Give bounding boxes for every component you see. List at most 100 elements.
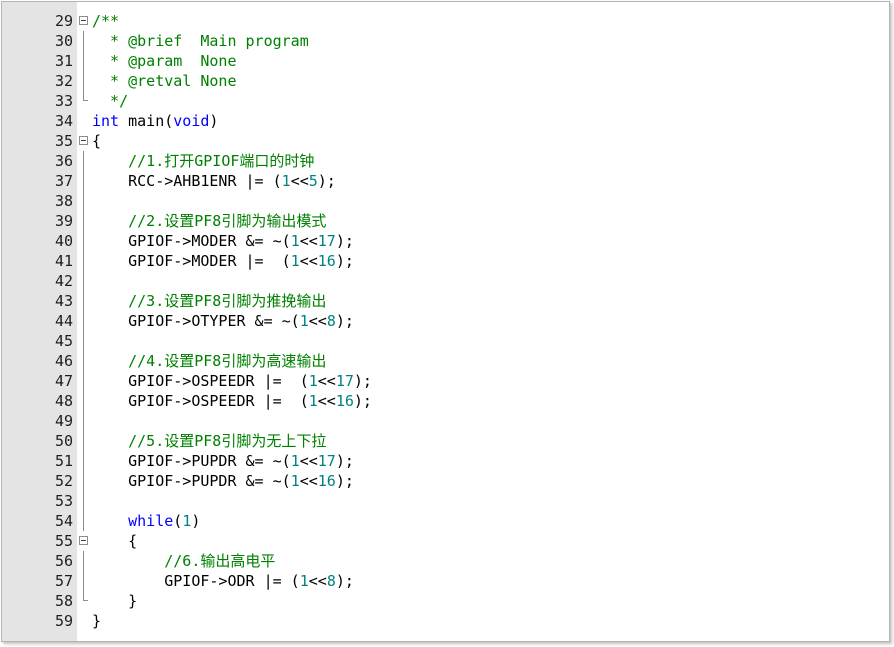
code-token: GPIOF->OSPEEDR |= ( bbox=[92, 392, 309, 410]
code-line[interactable]: 32 * @retval None bbox=[2, 71, 889, 91]
code-line[interactable]: 44 GPIOF->OTYPER &= ~(1<<8); bbox=[2, 311, 889, 331]
line-number: 43 bbox=[54, 292, 73, 310]
line-number: 34 bbox=[54, 112, 73, 130]
code-text[interactable]: } bbox=[92, 591, 137, 611]
code-text[interactable]: //2.设置PF8引脚为输出模式 bbox=[92, 211, 326, 231]
fold-guide-line bbox=[79, 431, 90, 451]
code-text[interactable]: //5.设置PF8引脚为无上下拉 bbox=[92, 431, 326, 451]
code-line[interactable]: 58 } bbox=[2, 591, 889, 611]
code-token: << bbox=[290, 172, 309, 190]
code-text[interactable]: * @brief Main program bbox=[92, 31, 309, 51]
code-line[interactable]: 37 RCC->AHB1ENR |= (1<<5); bbox=[2, 171, 889, 191]
fold-empty bbox=[79, 111, 90, 131]
code-text[interactable]: GPIOF->ODR |= (1<<8); bbox=[92, 571, 354, 591]
fold-guide-line bbox=[79, 451, 90, 471]
code-line[interactable]: 56 //6.输出高电平 bbox=[2, 551, 889, 571]
fold-guide-line bbox=[79, 191, 90, 211]
code-text[interactable]: */ bbox=[92, 91, 128, 111]
line-number: 50 bbox=[54, 432, 73, 450]
code-line[interactable]: 49 bbox=[2, 411, 889, 431]
fold-collapse-icon[interactable] bbox=[79, 131, 90, 151]
code-line[interactable]: 51 GPIOF->PUPDR &= ~(1<<17); bbox=[2, 451, 889, 471]
fold-guide-line bbox=[79, 31, 90, 51]
code-token: ); bbox=[317, 172, 336, 190]
code-line[interactable]: 59} bbox=[2, 611, 889, 631]
fold-guide-line bbox=[79, 291, 90, 311]
number-token: 17 bbox=[317, 232, 336, 250]
fold-end-marker bbox=[79, 591, 90, 611]
code-token: GPIOF->MODER |= ( bbox=[92, 252, 291, 270]
fold-guide-line bbox=[79, 251, 90, 271]
code-text[interactable]: { bbox=[92, 131, 101, 151]
code-text[interactable]: GPIOF->OTYPER &= ~(1<<8); bbox=[92, 311, 354, 331]
code-token: ); bbox=[335, 232, 354, 250]
comment-token: * @brief Main program bbox=[92, 32, 309, 50]
code-line[interactable]: 46 //4.设置PF8引脚为高速输出 bbox=[2, 351, 889, 371]
code-text[interactable]: int main(void) bbox=[92, 111, 218, 131]
code-line[interactable]: 29 /** bbox=[2, 11, 889, 31]
code-text[interactable]: { bbox=[92, 531, 137, 551]
code-line[interactable]: 43 //3.设置PF8引脚为推挽输出 bbox=[2, 291, 889, 311]
keyword-token: while bbox=[128, 512, 174, 530]
code-token: ); bbox=[335, 472, 354, 490]
code-line[interactable]: 42 bbox=[2, 271, 889, 291]
fold-guide-line bbox=[79, 231, 90, 251]
code-line[interactable]: 53 bbox=[2, 491, 889, 511]
code-line[interactable]: 55 { bbox=[2, 531, 889, 551]
code-text[interactable]: * @retval None bbox=[92, 71, 236, 91]
code-text[interactable]: GPIOF->PUPDR &= ~(1<<17); bbox=[92, 451, 354, 471]
code-line[interactable]: 40 GPIOF->MODER &= ~(1<<17); bbox=[2, 231, 889, 251]
fold-guide-line bbox=[79, 71, 90, 91]
code-line[interactable]: 50 //5.设置PF8引脚为无上下拉 bbox=[2, 431, 889, 451]
code-line[interactable]: 47 GPIOF->OSPEEDR |= (1<<17); bbox=[2, 371, 889, 391]
code-text[interactable]: while(1) bbox=[92, 511, 200, 531]
code-line[interactable]: 54 while(1) bbox=[2, 511, 889, 531]
code-text[interactable]: GPIOF->OSPEEDR |= (1<<17); bbox=[92, 371, 372, 391]
code-token: GPIOF->MODER &= ~( bbox=[92, 232, 291, 250]
number-token: 1 bbox=[290, 472, 300, 490]
code-line[interactable]: 48 GPIOF->OSPEEDR |= (1<<16); bbox=[2, 391, 889, 411]
code-editor-window: 29/** 30 * @brief Main program 31 * @param… bbox=[1, 1, 890, 642]
code-text[interactable]: GPIOF->OSPEEDR |= (1<<16); bbox=[92, 391, 372, 411]
code-text[interactable]: //4.设置PF8引脚为高速输出 bbox=[92, 351, 326, 371]
code-line[interactable]: 38 bbox=[2, 191, 889, 211]
code-line[interactable]: 30 * @brief Main program bbox=[2, 31, 889, 51]
code-line[interactable]: 36 //1.打开GPIOF端口的时钟 bbox=[2, 151, 889, 171]
fold-guide-line bbox=[79, 271, 90, 291]
code-token: ) bbox=[191, 512, 201, 530]
fold-collapse-icon[interactable] bbox=[79, 11, 90, 31]
fold-end-marker bbox=[79, 91, 90, 111]
code-text[interactable]: //3.设置PF8引脚为推挽输出 bbox=[92, 291, 326, 311]
line-number: 45 bbox=[54, 332, 73, 350]
code-line[interactable]: 35 { bbox=[2, 131, 889, 151]
code-text[interactable]: /** bbox=[92, 11, 119, 31]
comment-token: //4.设置PF8引脚为高速输出 bbox=[128, 352, 327, 370]
line-number: 56 bbox=[54, 552, 73, 570]
code-text[interactable]: //1.打开GPIOF端口的时钟 bbox=[92, 151, 314, 171]
code-line[interactable]: 34 int main(void) bbox=[2, 111, 889, 131]
code-token: GPIOF->ODR |= ( bbox=[92, 572, 300, 590]
code-text[interactable]: RCC->AHB1ENR |= (1<<5); bbox=[92, 171, 336, 191]
line-number: 32 bbox=[54, 72, 73, 90]
code-line[interactable]: 57 GPIOF->ODR |= (1<<8); bbox=[2, 571, 889, 591]
number-token: 16 bbox=[317, 252, 336, 270]
code-text[interactable]: GPIOF->PUPDR &= ~(1<<16); bbox=[92, 471, 354, 491]
code-line[interactable]: 31 * @param None bbox=[2, 51, 889, 71]
fold-collapse-icon[interactable] bbox=[79, 531, 90, 551]
code-line[interactable]: 39 //2.设置PF8引脚为输出模式 bbox=[2, 211, 889, 231]
fold-guide-line bbox=[79, 471, 90, 491]
code-text[interactable]: //6.输出高电平 bbox=[92, 551, 275, 571]
comment-token: //2.设置PF8引脚为输出模式 bbox=[128, 212, 327, 230]
code-text[interactable]: GPIOF->MODER |= (1<<16); bbox=[92, 251, 354, 271]
code-text[interactable]: } bbox=[92, 611, 101, 631]
code-text[interactable]: * @param None bbox=[92, 51, 236, 71]
fold-guide-line bbox=[79, 511, 90, 531]
code-line[interactable]: 45 bbox=[2, 331, 889, 351]
code-line[interactable]: 33 */ bbox=[2, 91, 889, 111]
code-area[interactable]: 29/** 30 * @brief Main program 31 * @param… bbox=[2, 11, 889, 631]
code-line[interactable]: 52 GPIOF->PUPDR &= ~(1<<16); bbox=[2, 471, 889, 491]
code-line[interactable]: 41 GPIOF->MODER |= (1<<16); bbox=[2, 251, 889, 271]
code-text[interactable]: GPIOF->MODER &= ~(1<<17); bbox=[92, 231, 354, 251]
